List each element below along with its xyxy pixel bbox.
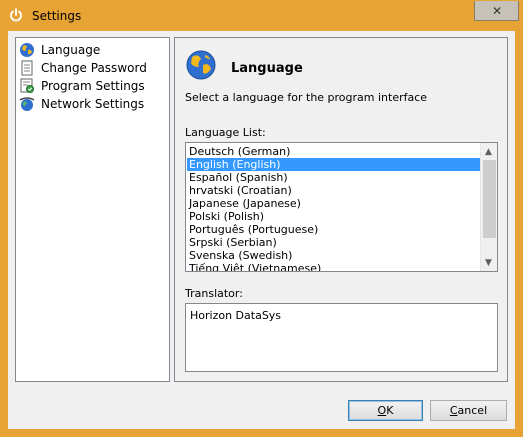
language-panel: Language Select a language for the progr… (174, 37, 508, 382)
globe-icon (186, 50, 216, 80)
cancel-label-rest: ancel (457, 404, 488, 417)
ok-label-rest: K (386, 404, 394, 417)
sidebar-item-change-password[interactable]: Change Password (19, 59, 147, 76)
settings-sheet-icon (20, 78, 34, 93)
list-item[interactable]: Japanese (Japanese) (187, 197, 480, 210)
document-icon (21, 60, 33, 75)
globe-icon (20, 42, 34, 57)
settings-category-tree: Language Change Password Program Setting… (15, 37, 170, 382)
sidebar-item-label: Language (41, 42, 101, 57)
translator-field: Horizon DataSys (185, 303, 498, 372)
list-item-selected[interactable]: English (English) (187, 158, 480, 171)
sidebar-item-language[interactable]: Language (19, 41, 100, 58)
list-item[interactable]: Svenska (Swedish) (187, 249, 480, 262)
power-icon (10, 8, 22, 22)
ok-button[interactable]: OK (348, 400, 423, 421)
list-item[interactable]: Polski (Polish) (187, 210, 480, 223)
title-bar[interactable]: Settings ✕ (0, 0, 523, 31)
cancel-mnemonic: C (449, 404, 458, 417)
list-item[interactable]: Español (Spanish) (187, 171, 480, 184)
list-item[interactable]: Srpski (Serbian) (187, 236, 480, 249)
network-globe-icon (19, 96, 35, 111)
close-icon: ✕ (492, 4, 503, 18)
list-item[interactable]: Português (Portuguese) (187, 223, 480, 236)
scrollbar-thumb[interactable] (483, 160, 496, 238)
list-item[interactable]: hrvatski (Croatian) (187, 184, 480, 197)
translator-value: Horizon DataSys (190, 309, 282, 322)
page-title: Language (231, 61, 303, 76)
language-list-label: Language List: (185, 126, 266, 139)
sidebar-item-label: Network Settings (41, 96, 145, 111)
translator-label: Translator: (185, 287, 243, 300)
dialog-body: Language Change Password Program Setting… (8, 31, 515, 429)
ok-mnemonic: O (377, 404, 387, 417)
panel-description: Select a language for the program interf… (185, 91, 428, 104)
sidebar-item-program-settings[interactable]: Program Settings (19, 77, 145, 94)
settings-window: Settings ✕ Language Change Password Prog… (0, 0, 523, 437)
list-item[interactable]: Deutsch (German) (187, 145, 480, 158)
sidebar-item-network-settings[interactable]: Network Settings (19, 95, 144, 112)
scroll-up-icon[interactable]: ▲ (485, 147, 492, 157)
sidebar-item-label: Program Settings (41, 78, 145, 93)
scroll-down-icon[interactable]: ▼ (485, 258, 492, 268)
sidebar-item-label: Change Password (41, 60, 147, 75)
listbox-scrollbar[interactable]: ▲ ▼ (480, 143, 497, 271)
cancel-button[interactable]: Cancel (430, 400, 507, 421)
close-button[interactable]: ✕ (474, 1, 519, 21)
list-item[interactable]: Tiếng Việt (Vietnamese) (187, 262, 480, 271)
language-listbox[interactable]: Deutsch (German) English (English) Españ… (185, 142, 498, 272)
window-title: Settings (32, 9, 82, 23)
